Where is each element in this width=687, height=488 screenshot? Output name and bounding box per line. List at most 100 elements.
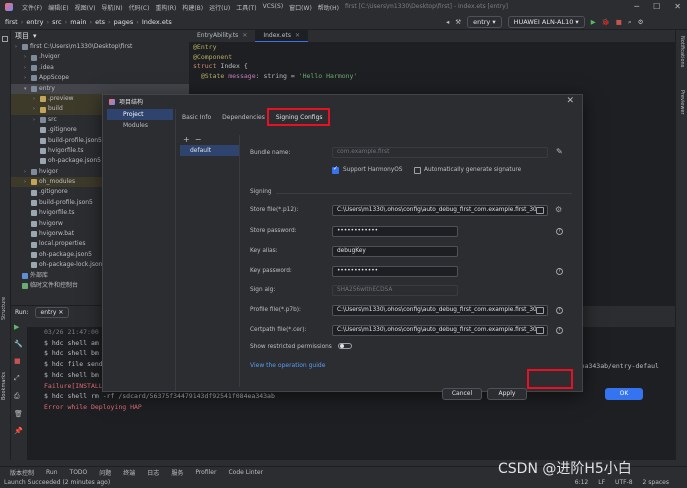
close-tab-icon[interactable]: ✕ — [295, 32, 300, 39]
search-icon[interactable]: ⌕ — [628, 18, 632, 27]
trash-icon[interactable]: 🗑 — [14, 410, 23, 418]
ok-button[interactable]: OK — [605, 388, 643, 400]
fingerprint-icon[interactable]: ⚙ — [555, 205, 562, 214]
status-item[interactable]: 2 spaces — [643, 479, 669, 486]
help-icon[interactable]: ? — [556, 327, 563, 334]
tree-item[interactable]: › first C:\Users\m1330\Desktop\first — [11, 42, 189, 52]
tab-basic-info[interactable]: Basic Info — [181, 111, 212, 126]
menu-item[interactable]: 视图(V) — [75, 3, 96, 12]
chevron-right-icon[interactable]: › — [33, 104, 38, 114]
tab-dependencies[interactable]: Dependencies — [221, 111, 266, 126]
stop-run-icon[interactable]: ■ — [14, 357, 23, 365]
chevron-right-icon[interactable]: › — [33, 115, 38, 125]
project-tool-icon[interactable] — [2, 36, 8, 42]
settings-gear-icon[interactable]: ⚙ — [638, 18, 644, 26]
chevron-right-icon[interactable]: ▾ — [24, 84, 29, 94]
sidebar-item-project[interactable]: Project — [107, 109, 173, 120]
status-message[interactable]: Launch Succeeded (2 minutes ago) — [4, 479, 110, 486]
wrench-icon[interactable]: 🔧 — [14, 340, 23, 348]
structure-tool-label[interactable]: Structure — [1, 297, 7, 320]
back-arrow-icon[interactable]: ◂ — [446, 18, 449, 26]
field-input[interactable]: SHA256withECDSA — [332, 285, 458, 296]
chevron-right-icon[interactable]: › — [24, 177, 29, 187]
status-item[interactable]: 6:12 — [575, 479, 588, 486]
tree-item[interactable]: › AppScope — [11, 73, 189, 83]
field-input[interactable]: debugKey — [332, 246, 458, 257]
chevron-right-icon[interactable]: › — [24, 73, 29, 83]
notifications-tool-label[interactable]: Notifications — [679, 36, 685, 67]
close-icon[interactable]: ✕ — [566, 96, 574, 106]
close-window-icon[interactable]: ✕ — [674, 2, 681, 11]
status-item[interactable]: LF — [598, 479, 605, 486]
run-icon[interactable]: ▶ — [591, 18, 596, 26]
menu-item[interactable]: 窗口(W) — [289, 3, 312, 12]
close-tab-icon[interactable]: ✕ — [242, 32, 247, 39]
breadcrumb-item[interactable]: pages — [114, 18, 134, 26]
debug-icon[interactable]: 🐞 — [602, 18, 610, 26]
field-input[interactable]: C:\Users\m1330\.ohos\config\auto_debug_f… — [332, 305, 548, 316]
menu-item[interactable]: 工具(T) — [236, 3, 256, 12]
tree-item[interactable]: › .hvigor — [11, 52, 189, 62]
sidebar-item-modules[interactable]: Modules — [107, 120, 173, 131]
chevron-right-icon[interactable]: › — [24, 63, 29, 73]
editor-tab[interactable]: EntryAbility.ts ✕ — [189, 30, 255, 42]
chevron-right-icon[interactable]: › — [15, 42, 20, 52]
apply-button[interactable]: Apply — [487, 388, 527, 400]
tool-window-button[interactable]: Code Linter — [228, 469, 263, 476]
menu-item[interactable]: 代码(C) — [129, 3, 150, 12]
print-icon[interactable]: ⎙ — [14, 392, 23, 401]
field-input[interactable]: C:\Users\m1330\.ohos\config\auto_debug_f… — [332, 325, 548, 336]
hammer-icon[interactable]: ⚒ — [455, 18, 461, 26]
folder-browse-icon[interactable] — [536, 207, 544, 214]
chevron-right-icon[interactable]: › — [33, 94, 38, 104]
chevron-down-icon[interactable]: ▾ — [33, 32, 37, 40]
app-logo-icon[interactable] — [5, 3, 13, 11]
bundle-name-field[interactable]: com.example.first — [332, 147, 548, 158]
run-config-select[interactable]: entry ▾ — [467, 16, 502, 28]
tool-window-button[interactable]: 版本控制 — [10, 468, 34, 477]
menu-item[interactable]: 编辑(E) — [48, 3, 68, 12]
code-area[interactable]: @Entry @Component struct Index { @State me… — [189, 42, 675, 82]
menu-item[interactable]: 帮助(H) — [318, 3, 339, 12]
remove-icon[interactable]: − — [195, 135, 207, 144]
editor-tab[interactable]: Index.ets ✕ — [255, 30, 308, 42]
menu-item[interactable]: 运行(U) — [209, 3, 230, 12]
view-guide-link[interactable]: View the operation guide — [250, 362, 325, 369]
help-icon[interactable]: ? — [556, 307, 563, 314]
previewer-tool-label[interactable]: Previewer — [679, 90, 685, 115]
tree-item[interactable]: › .idea — [11, 63, 189, 73]
breadcrumb-item[interactable]: main — [70, 18, 86, 26]
breadcrumb-item[interactable]: entry — [26, 18, 43, 26]
folder-browse-icon[interactable] — [536, 327, 544, 334]
menu-item[interactable]: 文件(F) — [22, 3, 42, 12]
pin-icon[interactable]: 📌 — [14, 427, 23, 435]
restore-layout-icon[interactable]: ⤢ — [14, 374, 23, 383]
breadcrumb-item[interactable]: first — [5, 18, 18, 26]
maximize-icon[interactable]: ☐ — [653, 2, 660, 11]
show-restricted-toggle[interactable] — [338, 343, 352, 349]
add-icon[interactable]: + — [183, 135, 195, 144]
breadcrumb-item[interactable]: ets — [95, 18, 105, 26]
tool-window-button[interactable]: Profiler — [195, 469, 216, 476]
folder-browse-icon[interactable] — [536, 307, 544, 314]
field-input[interactable]: •••••••••••• — [332, 266, 458, 277]
stop-icon[interactable]: ■ — [616, 18, 622, 26]
rerun-icon[interactable]: ▶ — [14, 323, 23, 331]
menu-item[interactable]: 导航(N) — [101, 3, 122, 12]
minimize-icon[interactable]: ─ — [634, 2, 639, 11]
menu-item[interactable]: 构建(B) — [182, 3, 203, 12]
bookmarks-tool-label[interactable]: Bookmarks — [1, 372, 7, 400]
cancel-button[interactable]: Cancel — [442, 388, 482, 400]
tool-window-button[interactable]: TODO — [70, 469, 88, 476]
menu-item[interactable]: 重构(R) — [155, 3, 176, 12]
help-icon[interactable]: ? — [556, 268, 563, 275]
auto-signature-checkbox[interactable] — [414, 167, 421, 174]
list-item[interactable]: default — [180, 145, 239, 156]
edit-pencil-icon[interactable]: ✎ — [556, 147, 563, 156]
chevron-right-icon[interactable]: › — [24, 52, 29, 62]
field-input[interactable]: •••••••••••• — [332, 226, 458, 237]
menu-item[interactable]: VCS(S) — [263, 3, 284, 12]
tool-window-button[interactable]: 服务 — [171, 468, 183, 477]
chevron-right-icon[interactable]: › — [24, 167, 29, 177]
field-input[interactable]: C:\Users\m1330\.ohos\config\auto_debug_f… — [332, 205, 548, 216]
